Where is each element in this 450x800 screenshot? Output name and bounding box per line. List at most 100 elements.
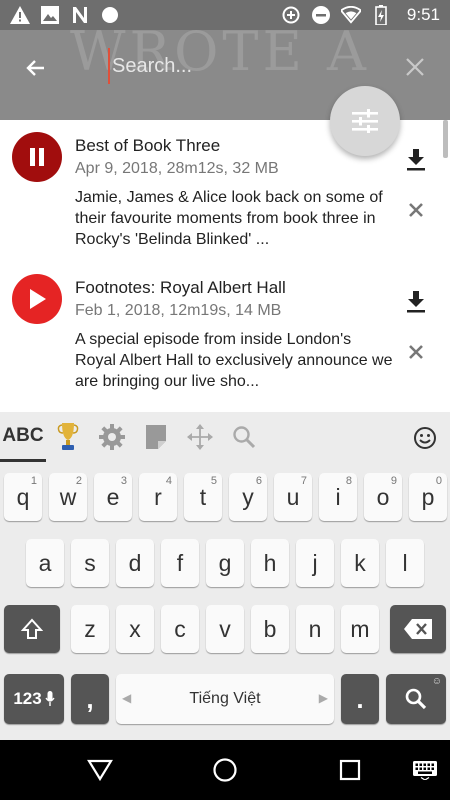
chevron-left-icon: ◀ [122,691,132,705]
n-app-icon [70,5,90,25]
key-u[interactable]: u7 [274,473,312,521]
key-hint: 0 [435,475,442,487]
comma-key[interactable]: , [71,674,109,724]
key-o[interactable]: o9 [364,473,402,521]
space-key[interactable]: ◀ Tiếng Việt ▶ [116,674,334,724]
keyboard-language-label: Tiếng Việt [189,690,261,707]
list-item[interactable]: Footnotes: Royal Albert Hall Feb 1, 2018… [0,262,450,404]
keyboard-settings-button[interactable] [90,412,134,462]
data-saver-icon [281,5,301,25]
key-m[interactable]: m [341,605,379,653]
filter-button[interactable] [330,86,400,156]
play-button[interactable] [12,274,62,324]
close-icon [406,58,424,76]
image-icon [40,5,60,25]
episode-description: A special episode from inside London's R… [75,331,393,390]
navigation-bar [0,740,450,800]
key-b[interactable]: b [251,605,289,653]
episode-description: Jamie, James & Alice look back on some o… [75,189,383,248]
clock: 9:51 [406,5,440,24]
key-hint: 7 [300,475,307,487]
wifi-icon [340,5,361,25]
clipboard-button[interactable] [134,412,178,462]
remove-button[interactable] [404,340,428,364]
trophy-button[interactable] [46,412,90,462]
abc-tab[interactable]: ABC [0,412,46,462]
episode-meta: Feb 1, 2018, 12m19s, 14 MB [75,302,282,319]
episode-title: Best of Book Three [75,136,221,155]
key-label: u [286,483,300,510]
move-cursor-button[interactable] [178,412,222,462]
key-a[interactable]: a [26,539,64,587]
back-nav-button[interactable] [85,755,115,785]
key-d[interactable]: d [116,539,154,587]
keyboard-search-action-key[interactable]: ☺ [386,674,446,724]
download-icon [407,291,425,313]
key-s[interactable]: s [71,539,109,587]
key-hint: 5 [210,475,217,487]
key-l[interactable]: l [386,539,424,587]
square-recents-icon [339,759,361,781]
circle-home-icon [213,758,237,782]
numbers-key[interactable]: 123 [4,674,64,724]
key-k[interactable]: k [341,539,379,587]
key-hint: 4 [165,475,172,487]
key-z[interactable]: z [71,605,109,653]
key-label: q [16,483,30,510]
download-button[interactable] [402,288,430,316]
search-icon [233,426,256,449]
key-g[interactable]: g [206,539,244,587]
key-v[interactable]: v [206,605,244,653]
recents-nav-button[interactable] [335,755,365,785]
key-label: e [106,483,120,510]
keyboard-switch-button[interactable] [410,755,440,785]
backspace-key[interactable] [390,605,446,653]
key-y[interactable]: y6 [229,473,267,521]
key-h[interactable]: h [251,539,289,587]
soft-keyboard: ABC q1 w2 e3 r4 t5 y6 u7 i8 o9 p0 a s d … [0,412,450,740]
key-j[interactable]: j [296,539,334,587]
key-label: i [335,483,341,510]
episode-list[interactable]: Best of Book Three Apr 9, 2018, 28m12s, … [0,120,450,412]
key-hint: 1 [30,475,37,487]
download-button[interactable] [402,146,430,174]
pause-button[interactable] [12,132,62,182]
key-hint: 9 [390,475,397,487]
key-f[interactable]: f [161,539,199,587]
emoji-button[interactable] [410,423,440,453]
back-button[interactable] [20,52,52,84]
home-nav-button[interactable] [210,755,240,785]
play-icon [30,289,46,309]
pause-icon [30,148,44,166]
key-r[interactable]: r4 [139,473,177,521]
chevron-right-icon: ▶ [318,691,328,705]
search-input[interactable] [108,48,388,84]
emoji-icon [414,427,436,449]
arrow-left-icon [26,60,44,76]
key-c[interactable]: c [161,605,199,653]
key-n[interactable]: n [296,605,334,653]
key-e[interactable]: e3 [94,473,132,521]
search-icon [405,688,427,710]
remove-button[interactable] [404,198,428,222]
key-q[interactable]: q1 [4,473,42,521]
key-i[interactable]: i8 [319,473,357,521]
key-p[interactable]: p0 [409,473,447,521]
key-hint: 6 [255,475,262,487]
key-label: g [218,549,232,576]
key-w[interactable]: w2 [49,473,87,521]
close-icon [409,203,423,217]
key-hint: 8 [345,475,352,487]
clear-search-button[interactable] [400,52,430,82]
circle-icon [100,5,120,25]
warning-icon [10,5,30,25]
key-label: o [376,483,390,510]
backspace-icon [404,619,432,639]
shift-key[interactable] [4,605,60,653]
keyboard-search-button[interactable] [222,412,266,462]
keyboard-toolbar: ABC [0,412,450,462]
key-x[interactable]: x [116,605,154,653]
key-t[interactable]: t5 [184,473,222,521]
episode-title: Footnotes: Royal Albert Hall [75,278,286,297]
period-key[interactable]: . [341,674,379,724]
